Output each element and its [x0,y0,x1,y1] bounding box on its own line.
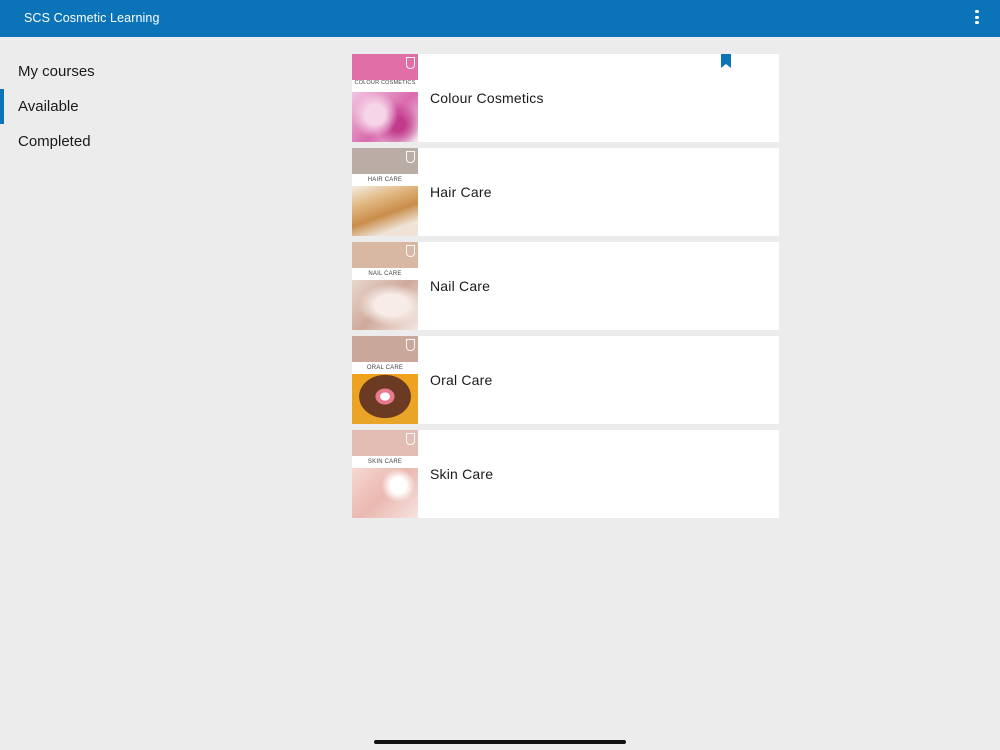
course-list: COLOUR COSMETICS Colour Cosmetics HAIR C… [352,54,779,524]
sidebar-item-label: My courses [18,63,95,80]
crest-icon [406,245,415,257]
course-photo [352,468,418,518]
course-photo [352,186,418,236]
sidebar-item-completed[interactable]: Completed [0,124,300,159]
thumbnail-label: HAIR CARE [352,174,418,186]
app-title: SCS Cosmetic Learning [24,11,160,25]
course-thumbnail: SKIN CARE [352,430,418,518]
course-thumbnail: HAIR CARE [352,148,418,236]
course-card-hair-care[interactable]: HAIR CARE Hair Care [352,148,779,236]
course-name: Hair Care [430,184,492,200]
crest-icon [406,433,415,445]
course-thumbnail: NAIL CARE [352,242,418,330]
app-bar: SCS Cosmetic Learning [0,0,1000,37]
course-name: Nail Care [430,278,491,294]
course-card-colour-cosmetics[interactable]: COLOUR COSMETICS Colour Cosmetics [352,54,779,142]
thumbnail-label: NAIL CARE [352,268,418,280]
crest-icon [406,151,415,163]
home-indicator[interactable] [374,740,626,744]
sidebar-nav: My courses Available Completed [0,54,300,159]
course-photo [352,374,418,424]
crest-icon [406,339,415,351]
sidebar-item-available[interactable]: Available [0,89,300,124]
more-vert-icon[interactable] [971,10,983,28]
thumbnail-label: COLOUR COSMETICS [352,80,418,92]
course-card-oral-care[interactable]: ORAL CARE Oral Care [352,336,779,424]
sidebar-item-label: Available [18,98,79,115]
crest-icon [406,57,415,69]
sidebar-item-my-courses[interactable]: My courses [0,54,300,89]
thumbnail-label: ORAL CARE [352,362,418,374]
course-photo [352,280,418,330]
course-name: Oral Care [430,372,493,388]
course-name: Colour Cosmetics [430,90,544,106]
bookmark-icon[interactable] [721,54,731,68]
course-thumbnail: ORAL CARE [352,336,418,424]
sidebar-item-label: Completed [18,133,91,150]
course-card-nail-care[interactable]: NAIL CARE Nail Care [352,242,779,330]
course-card-skin-care[interactable]: SKIN CARE Skin Care [352,430,779,518]
course-thumbnail: COLOUR COSMETICS [352,54,418,142]
course-name: Skin Care [430,466,494,482]
thumbnail-label: SKIN CARE [352,456,418,468]
course-photo [352,92,418,142]
